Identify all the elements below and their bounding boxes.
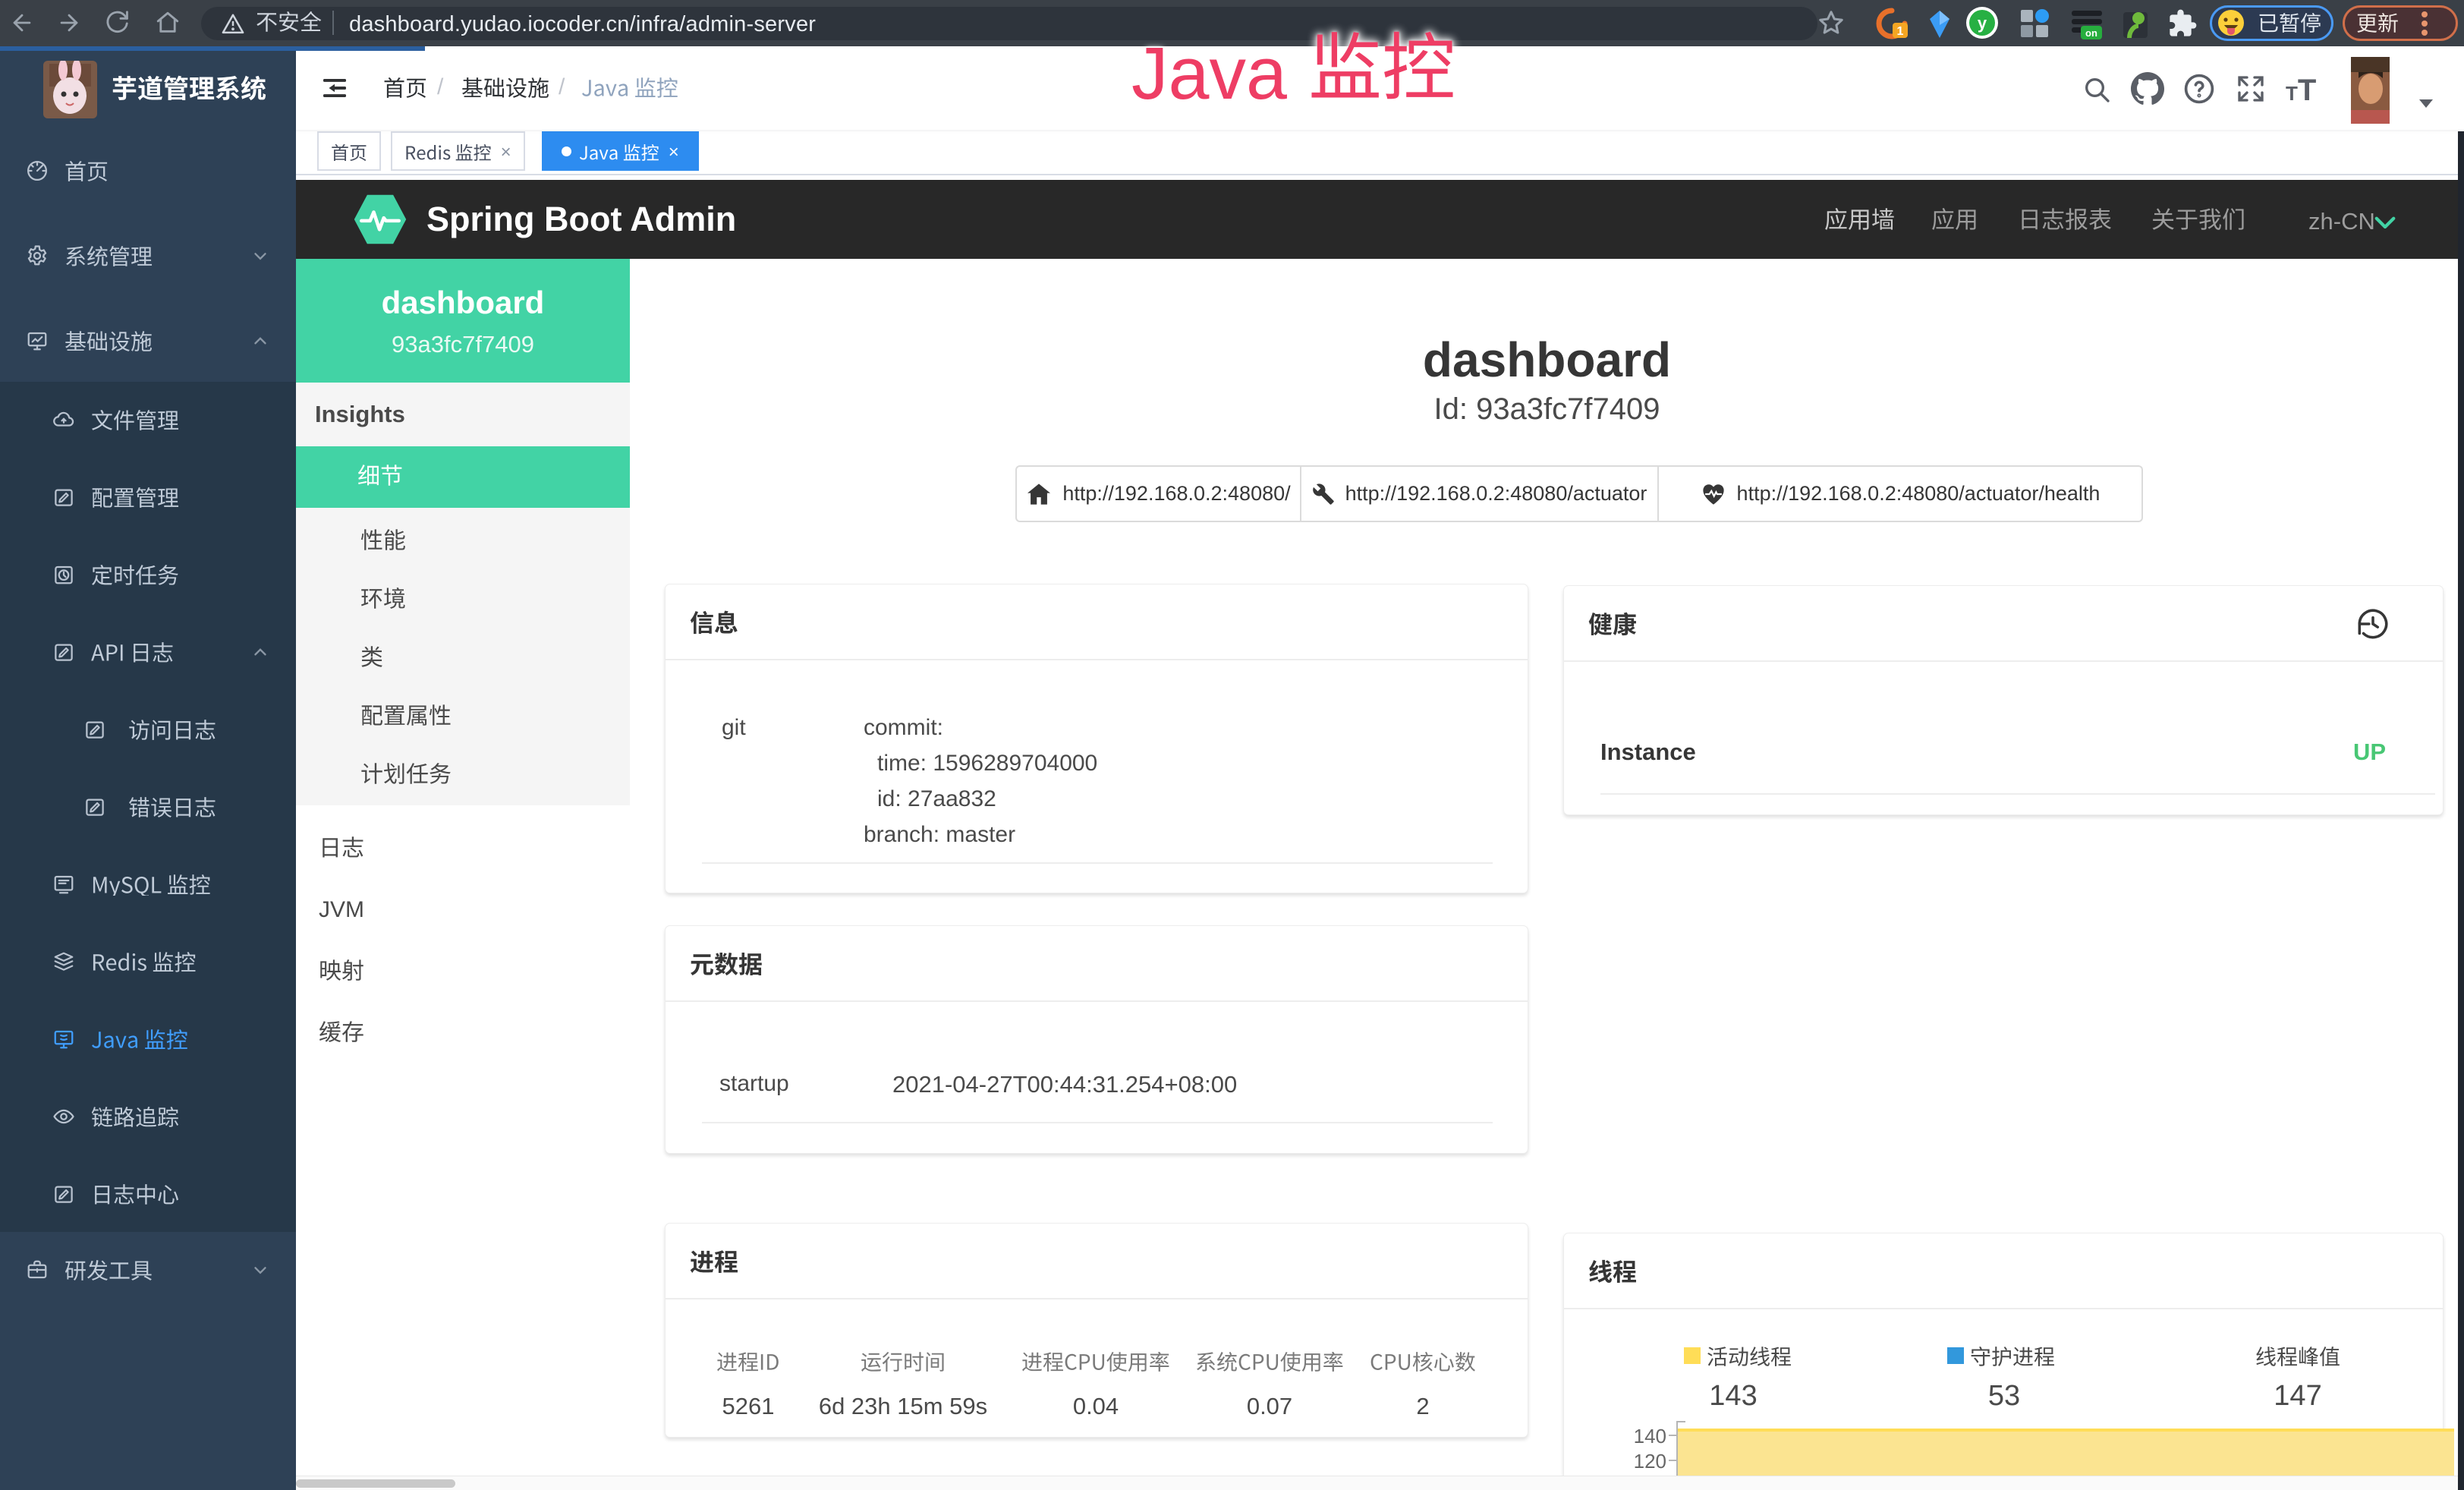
- svg-text:y: y: [1978, 14, 1987, 33]
- svg-text:1: 1: [1897, 25, 1904, 38]
- svg-text:on: on: [2085, 27, 2097, 39]
